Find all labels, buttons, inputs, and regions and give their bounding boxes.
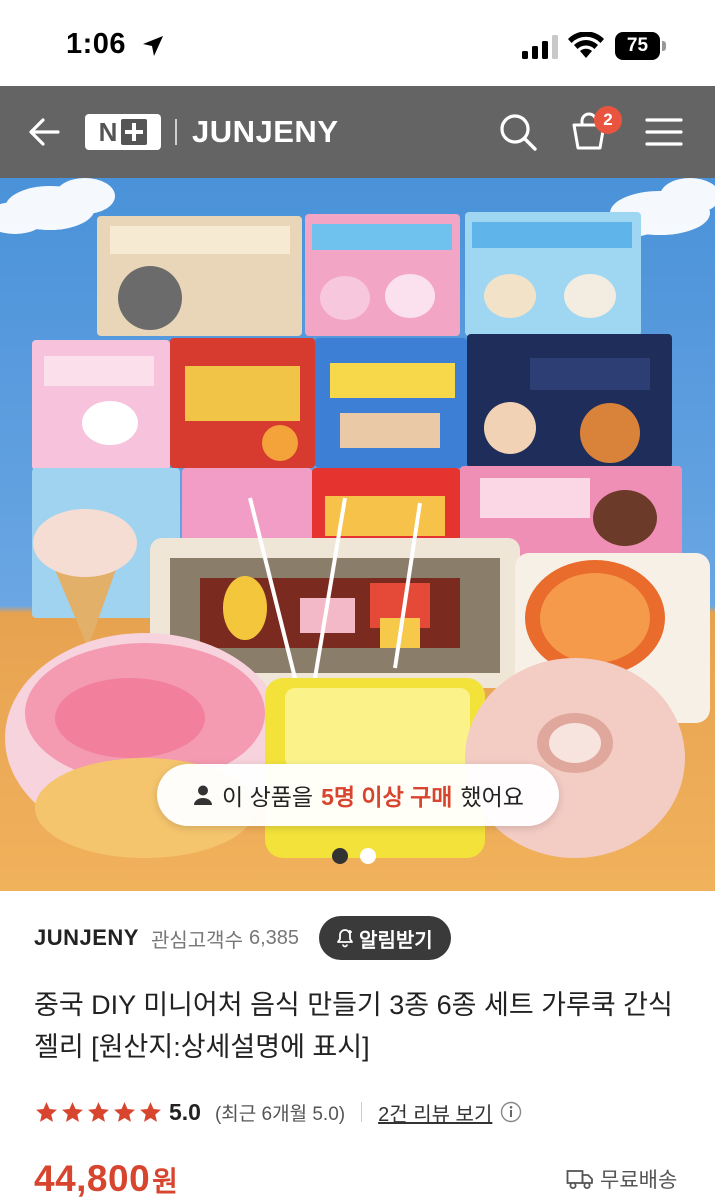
plus-icon	[121, 119, 148, 145]
bell-plus-icon	[337, 929, 353, 948]
wifi-icon	[568, 32, 604, 58]
star-icon	[88, 1101, 109, 1122]
recent-rating: (최근 6개월 5.0)	[214, 1103, 346, 1125]
product-title: 중국 DIY 미니어처 음식 만들기 3종 6종 세트 가루쿡 간식 젤리 [원…	[34, 990, 673, 1062]
seller-row: JUNJENY 관심고객수 6,385 알림받기	[34, 915, 694, 961]
buyers-text-highlight: 5명 이상 구매	[321, 784, 453, 810]
battery-tip	[662, 41, 666, 51]
price-currency: 원	[152, 1166, 179, 1197]
seller-name[interactable]: JUNJENY	[34, 925, 139, 951]
purchase-count-notice: 이 상품을 5명 이상 구매 했어요	[157, 764, 559, 826]
star-icon	[62, 1101, 83, 1122]
back-arrow-icon[interactable]	[24, 112, 64, 152]
status-bar: 1:06 75	[0, 0, 715, 86]
battery-level: 75	[615, 32, 660, 60]
buyers-text-suffix: 했어요	[460, 784, 524, 810]
battery-indicator: 75	[615, 32, 666, 60]
buyers-text-prefix: 이 상품을	[222, 784, 314, 810]
store-name[interactable]: JUNJENY	[192, 114, 339, 150]
follower-count: 6,385	[248, 926, 300, 949]
menu-icon[interactable]	[644, 114, 684, 150]
logo-letter: N	[98, 117, 118, 147]
location-arrow-icon	[143, 36, 163, 56]
notify-label: 알림받기	[359, 929, 433, 952]
info-icon[interactable]	[500, 1101, 522, 1123]
product-image-carousel[interactable]: 이 상품을 5명 이상 구매 했어요	[0, 178, 715, 891]
rating-row: 5.0 (최근 6개월 5.0) 2건 리뷰 보기	[34, 1095, 522, 1129]
follower-label: 관심고객수	[150, 929, 243, 952]
status-time: 1:06	[66, 28, 127, 60]
naver-plus-logo[interactable]: N	[85, 114, 161, 150]
carousel-dot-active[interactable]	[332, 848, 348, 864]
rating-value: 5.0	[169, 1098, 201, 1125]
search-icon[interactable]	[496, 110, 540, 154]
rating-stars	[34, 1100, 163, 1125]
truck-icon	[566, 1170, 593, 1189]
cellular-signal-icon	[522, 35, 558, 59]
header-divider	[175, 119, 177, 145]
notify-button[interactable]: 알림받기	[319, 916, 451, 960]
carousel-dot[interactable]	[360, 848, 376, 864]
price: 44,800원	[34, 1158, 178, 1200]
cart-count-badge: 2	[594, 106, 622, 134]
app-header: N JUNJENY 2	[0, 86, 715, 178]
price-value: 44,800	[34, 1158, 151, 1199]
person-icon	[194, 785, 213, 805]
shipping-info: 무료배송	[566, 1164, 677, 1194]
shipping-label: 무료배송	[600, 1169, 678, 1192]
star-icon	[36, 1101, 57, 1122]
review-link[interactable]: 2건 리뷰 보기	[378, 1098, 492, 1127]
carousel-indicator	[332, 848, 376, 864]
star-icon	[140, 1101, 161, 1122]
star-icon	[114, 1101, 135, 1122]
rating-divider	[361, 1102, 363, 1122]
